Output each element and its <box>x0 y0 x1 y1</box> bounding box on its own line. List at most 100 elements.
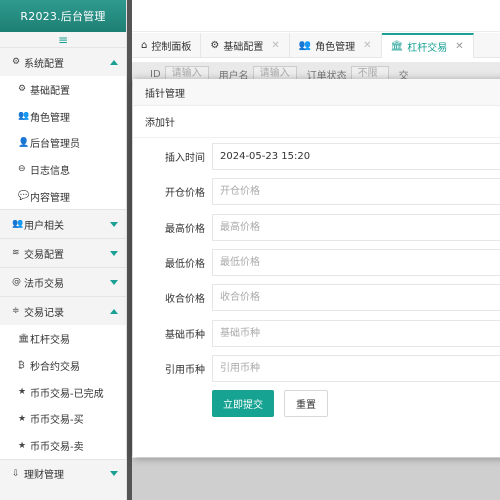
layers-icon: ≋ <box>12 248 20 259</box>
form-label: 开仓价格 <box>165 188 205 200</box>
submit-button[interactable]: 立即提交 <box>212 390 274 417</box>
sidebar-item[interactable]: 👤 后台管理员 <box>0 129 126 157</box>
download-icon: ⇩ <box>12 468 20 479</box>
close-icon[interactable]: ✕ <box>363 40 371 51</box>
tab[interactable]: 🏛 杠杆交易 ✕ <box>381 33 474 58</box>
sidebar-group[interactable]: ≑ 交易记录 <box>0 296 126 326</box>
sidebar-item-label: 秒合约交易 <box>30 361 80 373</box>
form-input[interactable] <box>212 319 500 347</box>
form-row: 收合价格 <box>133 284 500 312</box>
tab-label: 控制面板 <box>151 42 192 53</box>
sidebar: R2023.后台管理 ≡ ⚙ 系统配置 ⚙ 基础配置 👥 角色管理 👤 后台管理员 ⊖ 日志信息 💬… <box>0 0 127 500</box>
form-label: 插入时间 <box>165 153 205 164</box>
sidebar-item-label: 基础配置 <box>30 85 70 97</box>
reset-button[interactable]: 重置 <box>284 390 328 417</box>
sidebar-item-label: 后台管理员 <box>30 139 80 151</box>
caret-down-icon <box>110 471 118 477</box>
star-half-icon: ★ <box>18 387 27 398</box>
form-row: 最低价格 <box>133 248 500 276</box>
form-input[interactable] <box>212 248 500 276</box>
caret-up-icon <box>110 59 118 65</box>
home-icon: ⌂ <box>141 40 148 51</box>
menu-toggle-icon[interactable]: ≡ <box>0 32 126 47</box>
sidebar-group[interactable]: @ 法币交易 <box>0 267 126 297</box>
bank-icon: 🏛 <box>18 333 30 344</box>
tab-label: 杠杆交易 <box>407 43 448 54</box>
tab-bar: ⌂ 控制面板 ⚙ 基础配置 ✕ 👥 角色管理 ✕ 🏛 杠杆交易 ✕ <box>132 33 500 58</box>
star-half-icon: ★ <box>18 440 27 451</box>
add-spike-modal: 插针管理 添加针 插入时间开仓价格最高价格最低价格收合价格基础币种引用币种 立即… <box>133 79 500 457</box>
sidebar-group[interactable]: ⇩ 理财管理 <box>0 458 126 488</box>
form-row: 插入时间 <box>133 143 500 170</box>
users-icon: 👥 <box>12 219 24 230</box>
bank-icon: 🏛 <box>390 41 404 52</box>
top-header <box>132 0 500 32</box>
form-input[interactable] <box>212 284 500 312</box>
sidebar-group[interactable]: ⚙ 系统配置 <box>0 47 126 76</box>
tab[interactable]: ⚙ 基础配置 ✕ <box>201 33 290 58</box>
close-icon[interactable]: ✕ <box>271 40 279 51</box>
sidebar-item[interactable]: 🏛 杠杆交易 <box>0 325 126 353</box>
sidebar-item[interactable]: ★ 币币交易-卖 <box>0 432 126 459</box>
form-label: 引用币种 <box>165 364 205 376</box>
form-label: 最高价格 <box>165 223 205 235</box>
sidebar-group[interactable]: ≋ 交易配置 <box>0 238 126 268</box>
sidebar-group-label: 用户相关 <box>24 220 64 232</box>
users-icon: 👥 <box>18 111 30 122</box>
user-icon: 👤 <box>18 137 30 148</box>
form-row: 开仓价格 <box>133 178 500 206</box>
sidebar-item[interactable]: ⚙ 基础配置 <box>0 76 126 103</box>
users-icon: 👥 <box>298 40 312 51</box>
sidebar-item[interactable]: ★ 币币交易-买 <box>0 405 126 433</box>
sidebar-item-label: 杠杆交易 <box>30 335 70 347</box>
modal-title: 插针管理 <box>133 79 500 106</box>
sidebar-group-label: 理财管理 <box>24 470 64 482</box>
sidebar-group-label: 交易配置 <box>24 249 64 261</box>
sidebar-item[interactable]: ★ 币币交易-已完成 <box>0 378 126 406</box>
form-label: 收合价格 <box>165 294 205 306</box>
minus-circle-icon: ⊖ <box>18 164 26 175</box>
gear-icon: ⚙ <box>12 57 21 67</box>
sidebar-group-label: 法币交易 <box>24 278 64 290</box>
sidebar-group[interactable]: 👥 用户相关 <box>0 209 126 239</box>
sidebar-item[interactable]: ⊖ 日志信息 <box>0 156 126 183</box>
sidebar-nav: ⚙ 系统配置 ⚙ 基础配置 👥 角色管理 👤 后台管理员 ⊖ 日志信息 💬 内容管理 👥 用户相关 ≋ 交易配… <box>0 47 126 488</box>
gear-icon: ⚙ <box>18 84 27 95</box>
form-row: 基础币种 <box>133 319 500 347</box>
sidebar-item-label: 币币交易-买 <box>30 415 84 427</box>
caret-up-icon <box>110 308 118 314</box>
form-input[interactable] <box>212 143 500 170</box>
sidebar-item-label: 内容管理 <box>30 192 70 204</box>
sidebar-item[interactable]: 💬 内容管理 <box>0 182 126 210</box>
sliders-icon: ≑ <box>12 306 20 317</box>
bitcoin-icon: ₿ <box>18 360 25 371</box>
form-input[interactable] <box>212 213 500 241</box>
gear-icon: ⚙ <box>210 40 220 51</box>
sidebar-group-label: 系统配置 <box>24 58 64 70</box>
comment-icon: 💬 <box>18 191 30 202</box>
tab-label: 基础配置 <box>223 42 264 53</box>
sidebar-item-label: 角色管理 <box>30 112 70 124</box>
caret-down-icon <box>110 279 118 285</box>
tab-label: 角色管理 <box>315 42 356 53</box>
modal-subtitle: 添加针 <box>133 106 500 138</box>
sidebar-item[interactable]: ₿ 秒合约交易 <box>0 352 126 379</box>
caret-down-icon <box>110 221 118 227</box>
caret-down-icon <box>110 250 118 256</box>
sidebar-item-label: 币币交易-卖 <box>30 442 84 454</box>
form-label: 基础币种 <box>165 329 205 341</box>
sidebar-group-label: 交易记录 <box>24 307 64 319</box>
form-input[interactable] <box>212 354 500 382</box>
sidebar-item-label: 日志信息 <box>30 165 70 177</box>
sidebar-item[interactable]: 👥 角色管理 <box>0 102 126 130</box>
form-label: 最低价格 <box>165 258 205 270</box>
form-row: 引用币种 <box>133 354 500 382</box>
star-half-icon: ★ <box>18 413 27 424</box>
tab[interactable]: 👥 角色管理 ✕ <box>290 33 382 58</box>
close-icon[interactable]: ✕ <box>455 41 463 52</box>
sidebar-item-label: 币币交易-已完成 <box>30 388 104 400</box>
app-title: R2023.后台管理 <box>0 0 126 32</box>
tab[interactable]: ⌂ 控制面板 <box>132 33 202 58</box>
at-icon: @ <box>12 277 21 288</box>
form-input[interactable] <box>212 178 500 206</box>
